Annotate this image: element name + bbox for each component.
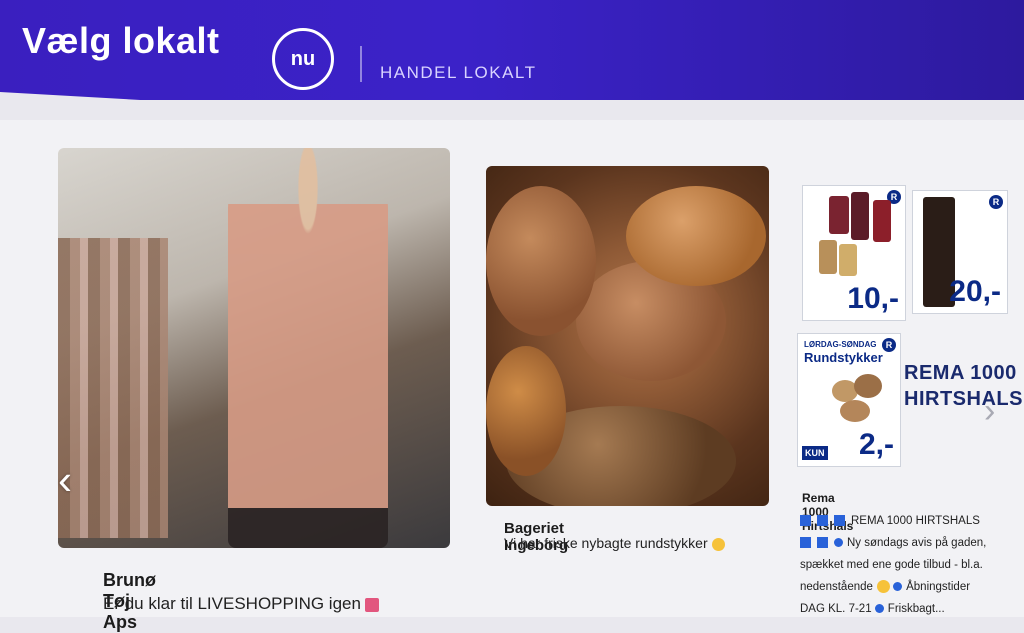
blue-square-icon xyxy=(800,515,811,527)
blue-dot-icon xyxy=(834,538,843,548)
bread-roll xyxy=(486,186,596,336)
blue-square-icon xyxy=(834,515,845,527)
emoji-icon xyxy=(876,580,890,594)
brand-title[interactable]: Vælg lokalt xyxy=(22,20,220,62)
blue-dot-icon xyxy=(874,604,884,614)
bread-roll xyxy=(486,346,566,476)
person-image xyxy=(228,148,388,548)
blue-square-icon xyxy=(817,537,828,549)
blue-dot-icon xyxy=(893,582,903,592)
bread-roll xyxy=(840,400,870,422)
card-description: Er du klar til LIVESHOPPING igen xyxy=(103,594,379,614)
chevron-right-icon[interactable]: › xyxy=(984,392,995,431)
rema-logo-icon: R xyxy=(882,338,896,352)
header-tagline: HANDEL LOKALT xyxy=(380,63,537,82)
flyer-heading: Rundstykker xyxy=(804,350,883,365)
shop-photo[interactable] xyxy=(58,148,450,548)
offer-price: 20,- xyxy=(949,275,1001,308)
jar-image xyxy=(839,244,857,276)
nu-logo[interactable]: nu xyxy=(272,28,334,90)
offer-price: 2,- xyxy=(858,428,894,461)
jar-image xyxy=(829,196,849,234)
card-description: REMA 1000 HIRTSHALS Ny søndags avis på g… xyxy=(800,515,987,615)
store-sign: REMA 1000 HIRTSHALS xyxy=(904,362,1023,410)
header: Vælg lokalt nu HANDEL LOKALT xyxy=(0,0,1024,100)
blue-square-icon xyxy=(800,537,811,549)
jar-image xyxy=(873,200,891,242)
flyer-small-heading: LØRDAG-SØNDAG xyxy=(804,340,877,349)
clothes-rack-image xyxy=(58,238,168,538)
chevron-left-icon[interactable]: ‹ xyxy=(58,456,72,504)
bread-roll xyxy=(626,186,766,286)
card-description: Vi har friske nybagte rundstykker xyxy=(504,535,725,551)
jar-image xyxy=(851,192,869,240)
offer-price: 10,- xyxy=(847,282,899,315)
logo-text: nu xyxy=(290,47,316,70)
shopping-bag-icon xyxy=(364,597,379,612)
offer-flyer[interactable]: LØRDAG-SØNDAG Rundstykker R KUN 2,- xyxy=(797,333,901,467)
smiley-icon xyxy=(711,537,725,551)
rema-logo-icon: R xyxy=(989,195,1003,209)
offer-flyer[interactable]: R 20,- xyxy=(912,190,1008,314)
jar-image xyxy=(819,240,837,274)
offer-flyer[interactable]: R 10,- xyxy=(802,185,906,321)
flyer-kun-label: KUN xyxy=(802,446,828,460)
bread-roll xyxy=(854,374,882,398)
blue-square-icon xyxy=(817,515,828,527)
header-divider xyxy=(360,46,362,82)
bread-photo[interactable] xyxy=(486,166,769,506)
